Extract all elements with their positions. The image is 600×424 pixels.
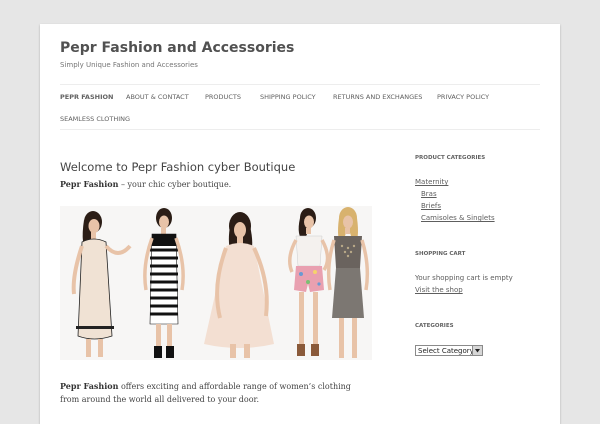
nav-item-shipping-policy[interactable]: SHIPPING POLICY [260,93,316,101]
nav-item-pepr-fashion[interactable]: PEPR FASHION [60,93,113,101]
chevron-down-icon [472,346,482,355]
intro-text: Pepr Fashion – your chic cyber boutique. [60,179,231,189]
widget-title-categories: CATEGORIES [415,323,454,329]
nav-item-privacy-policy[interactable]: PRIVACY POLICY [437,93,489,101]
category-select-value: Select Category [418,347,474,355]
body-paragraph: Pepr Fashion offers exciting and afforda… [60,380,370,406]
main-navigation: PEPR FASHION ABOUT & CONTACT PRODUCTS SH… [60,84,540,130]
model-4 [288,208,330,356]
category-link-briefs[interactable]: Briefs [421,202,441,210]
category-link-bras[interactable]: Bras [421,190,437,198]
hero-image [60,206,372,360]
intro-brand: Pepr Fashion [60,179,119,189]
nav-item-about-contact[interactable]: ABOUT & CONTACT [126,93,189,101]
widget-title-shopping-cart: SHOPPING CART [415,251,466,257]
visit-shop-link[interactable]: Visit the shop [415,286,463,294]
site-container: Pepr Fashion and Accessories Simply Uniq… [40,24,560,424]
intro-tagline: – your chic cyber boutique. [118,180,232,189]
models-illustration [71,207,370,358]
model-3 [204,212,274,358]
widget-title-product-categories: PRODUCT CATEGORIES [415,155,486,161]
nav-item-returns-exchanges[interactable]: RETURNS AND EXCHANGES [333,93,422,101]
body-brand: Pepr Fashion [60,381,119,391]
category-link-camisoles[interactable]: Camisoles & Singlets [421,214,495,222]
model-2 [143,208,185,358]
nav-item-products[interactable]: PRODUCTS [205,93,241,101]
cart-empty-text: Your shopping cart is empty [415,274,513,282]
model-1 [71,211,132,357]
model-5 [326,207,370,358]
category-select[interactable]: Select Category [415,345,483,356]
site-title[interactable]: Pepr Fashion and Accessories [60,40,294,56]
site-tagline: Simply Unique Fashion and Accessories [60,61,198,69]
nav-item-seamless-clothing[interactable]: SEAMLESS CLOTHING [60,115,130,123]
category-link-maternity[interactable]: Maternity [415,178,448,186]
page-title: Welcome to Pepr Fashion cyber Boutique [60,159,296,174]
